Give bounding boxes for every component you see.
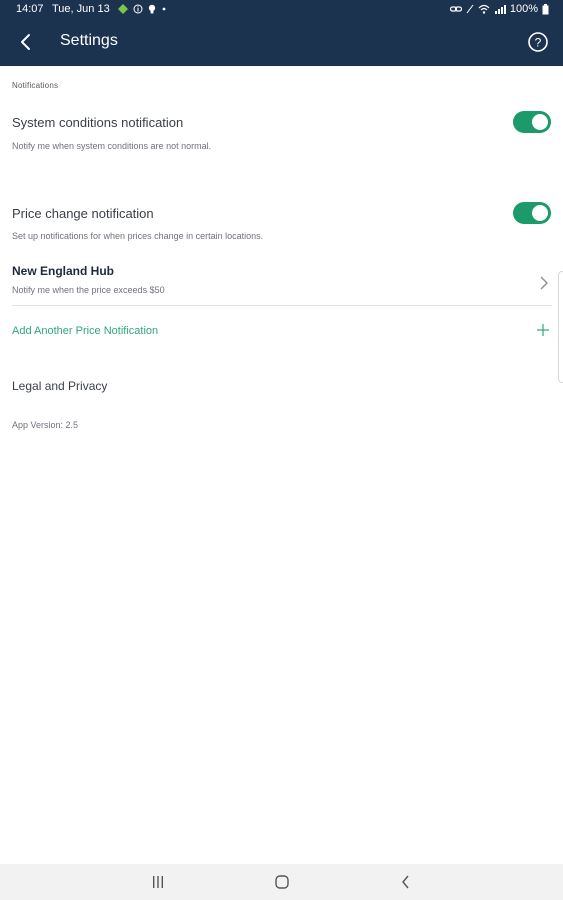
plus-icon[interactable] (537, 324, 549, 336)
recents-icon[interactable] (150, 874, 166, 890)
toggle-knob (532, 205, 548, 221)
notification-icons (118, 4, 167, 14)
divider (12, 305, 552, 306)
bulb-icon (148, 4, 156, 14)
status-date: Tue, Jun 13 (52, 3, 110, 15)
link-icon (449, 6, 462, 12)
page-title: Settings (60, 32, 118, 49)
mute-icon (466, 4, 474, 14)
notifications-section-header: Notifications (12, 81, 59, 90)
price-notification-title: Price change notification (12, 206, 154, 221)
dot-icon (162, 7, 166, 11)
help-icon[interactable]: ? (527, 31, 549, 53)
navigation-bar (0, 864, 563, 900)
signal-icon (494, 5, 506, 14)
status-bar: 14:07 Tue, Jun 13 100% (0, 0, 563, 18)
status-time: 14:07 (16, 3, 44, 15)
edge-panel-handle[interactable] (558, 271, 563, 383)
back-icon[interactable] (398, 874, 414, 890)
legal-and-privacy-link[interactable]: Legal and Privacy (12, 379, 107, 393)
hub-notification-title[interactable]: New England Hub (12, 264, 114, 278)
app-version: App Version: 2.5 (12, 420, 79, 430)
svg-text:?: ? (535, 36, 542, 50)
price-notification-toggle[interactable] (513, 202, 551, 224)
system-icons: 100% (449, 3, 549, 15)
battery-icon (542, 3, 549, 14)
chevron-right-icon[interactable] (539, 276, 549, 290)
android-icon (118, 4, 128, 14)
wifi-icon (478, 4, 490, 14)
home-icon[interactable] (274, 874, 290, 890)
battery-percent: 100% (509, 3, 538, 15)
toggle-knob (532, 114, 548, 130)
system-notification-toggle[interactable] (513, 111, 551, 133)
hub-notification-subtitle: Notify me when the price exceeds $50 (12, 285, 165, 295)
price-notification-subtitle: Set up notifications for when prices cha… (12, 231, 264, 241)
app-bar: Settings ? (0, 18, 563, 66)
system-notification-subtitle: Notify me when system conditions are not… (12, 141, 212, 151)
back-arrow-icon[interactable] (14, 30, 38, 54)
add-price-notification-link[interactable]: Add Another Price Notification (12, 325, 158, 337)
system-notification-title: System conditions notification (12, 115, 184, 130)
info-icon (133, 4, 143, 14)
